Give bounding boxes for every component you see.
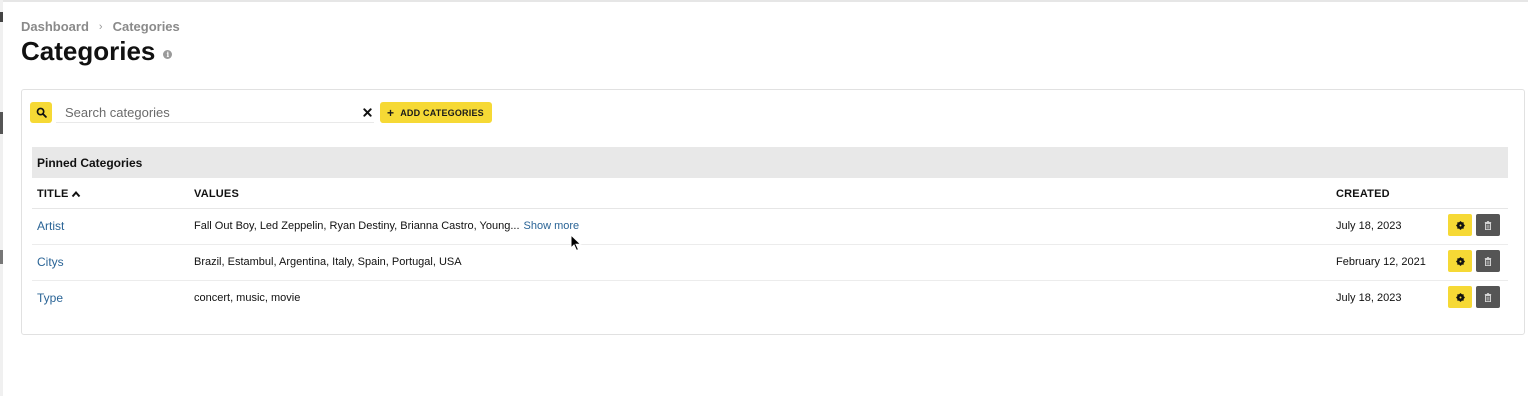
search-button[interactable]	[30, 102, 52, 123]
breadcrumb-separator: ›	[98, 20, 103, 33]
clear-search-button[interactable]	[360, 105, 374, 119]
created-date: February 12, 2021	[1336, 256, 1426, 268]
delete-button[interactable]	[1476, 250, 1500, 272]
settings-button[interactable]	[1448, 250, 1472, 272]
column-header-values: VALUES	[194, 188, 239, 200]
pinned-categories-header: Pinned Categories	[32, 147, 1508, 178]
delete-button[interactable]	[1476, 214, 1500, 236]
sort-ascending-icon	[71, 190, 80, 198]
settings-button[interactable]	[1448, 286, 1472, 308]
created-date: July 18, 2023	[1336, 220, 1402, 232]
page-title-wrap: Categories i	[21, 36, 173, 67]
gear-icon	[1455, 292, 1465, 302]
info-icon[interactable]: i	[163, 50, 173, 59]
gear-icon	[1455, 220, 1465, 230]
add-categories-label: ADD CATEGORIES	[400, 107, 484, 118]
category-title-link[interactable]: Type	[37, 291, 63, 305]
left-edge-strip	[0, 0, 3, 396]
search-icon	[36, 107, 47, 118]
top-border	[0, 0, 1528, 2]
close-icon	[362, 107, 372, 117]
settings-button[interactable]	[1448, 214, 1472, 236]
created-date: July 18, 2023	[1336, 292, 1402, 304]
table-row: Citys Brazil, Estambul, Argentina, Italy…	[32, 244, 1508, 281]
column-header-created[interactable]: CREATED	[1336, 188, 1390, 200]
category-values: Fall Out Boy, Led Zeppelin, Ryan Destiny…	[194, 220, 520, 232]
delete-button[interactable]	[1476, 286, 1500, 308]
trash-icon	[1484, 220, 1492, 230]
category-values: concert, music, movie	[194, 292, 301, 304]
categories-panel: + ADD CATEGORIES Pinned Categories TITLE…	[21, 89, 1525, 335]
category-values: Brazil, Estambul, Argentina, Italy, Spai…	[194, 256, 462, 268]
page-title: Categories	[21, 36, 156, 66]
table-row: Type concert, music, movie July 18, 2023	[32, 280, 1508, 316]
section-title: Pinned Categories	[37, 155, 143, 170]
table-row: Artist Fall Out Boy, Led Zeppelin, Ryan …	[32, 208, 1508, 245]
breadcrumb: Dashboard › Categories	[21, 19, 180, 34]
plus-icon: +	[387, 105, 395, 120]
category-title-link[interactable]: Artist	[37, 219, 64, 233]
trash-icon	[1484, 292, 1492, 302]
add-categories-button[interactable]: + ADD CATEGORIES	[380, 102, 492, 123]
breadcrumb-dashboard-link[interactable]: Dashboard	[21, 19, 89, 34]
trash-icon	[1484, 256, 1492, 266]
breadcrumb-current: Categories	[112, 19, 180, 34]
search-field	[56, 103, 374, 123]
column-header-title[interactable]: TITLE	[37, 188, 81, 200]
category-title-link[interactable]: Citys	[37, 255, 64, 269]
gear-icon	[1455, 256, 1465, 266]
search-input[interactable]	[56, 103, 355, 122]
column-header-created-label: CREATED	[1336, 188, 1390, 200]
column-header-title-label: TITLE	[37, 188, 69, 200]
column-header-values-label: VALUES	[194, 188, 240, 200]
mouse-cursor-icon	[570, 234, 582, 252]
show-more-link[interactable]: Show more	[524, 220, 580, 232]
